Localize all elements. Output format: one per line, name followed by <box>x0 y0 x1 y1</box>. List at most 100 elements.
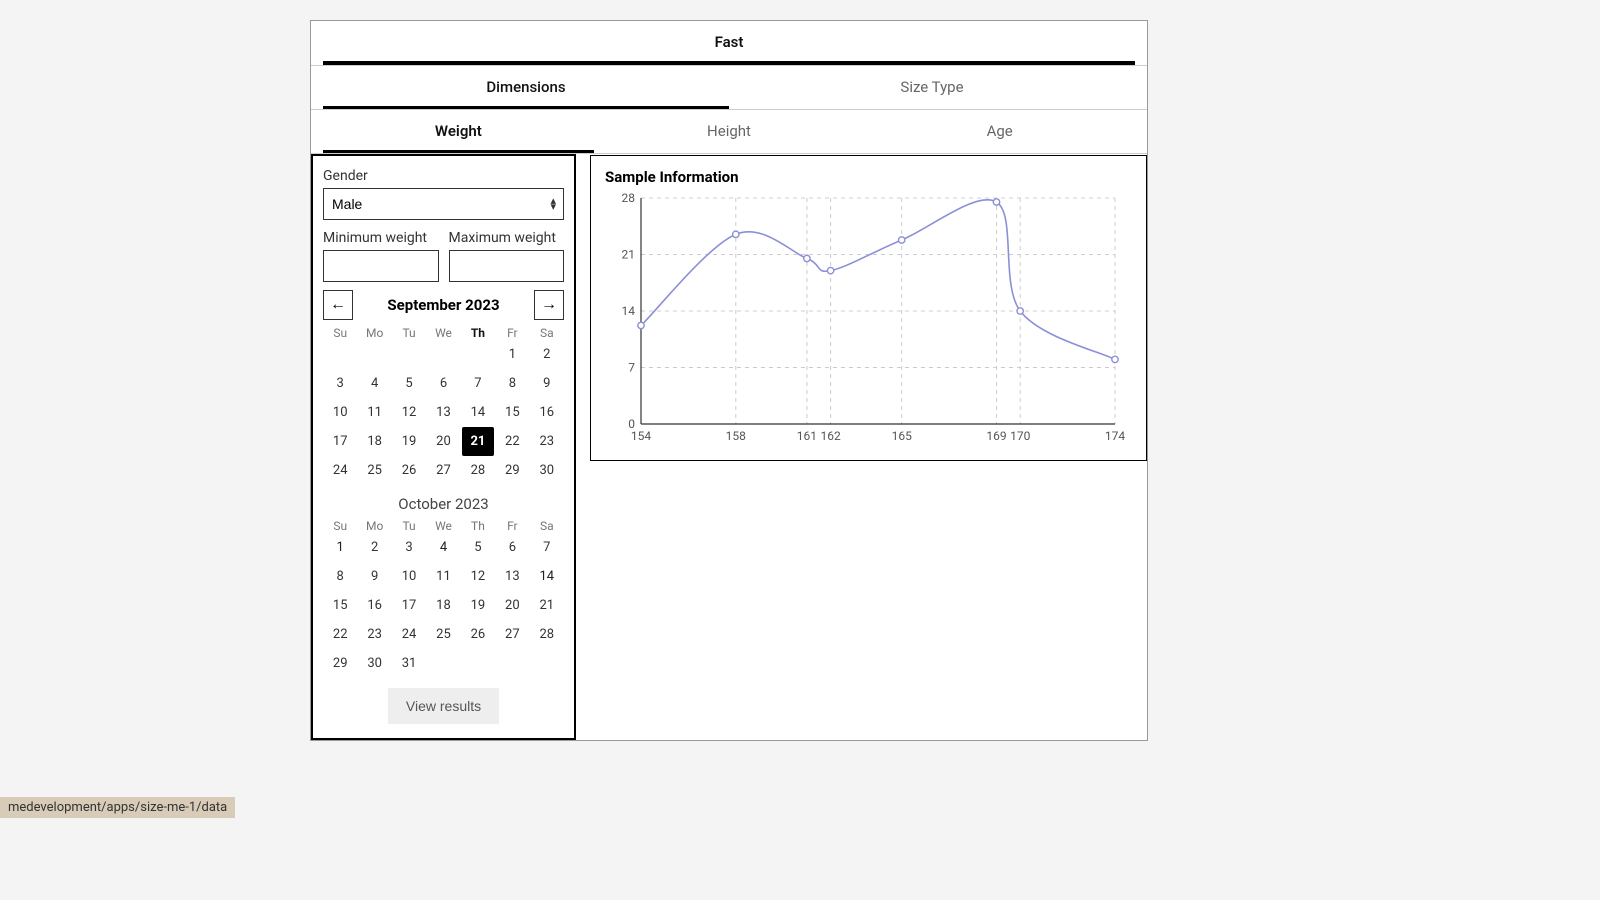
cal-day[interactable]: 2 <box>530 342 564 367</box>
cal-day[interactable]: 14 <box>461 400 495 425</box>
cal-dow-cell: We <box>426 517 460 535</box>
cal-day[interactable]: 26 <box>392 458 426 483</box>
cal-day[interactable]: 21 <box>462 427 494 456</box>
cal-day[interactable]: 14 <box>530 564 564 589</box>
cal-day[interactable]: 30 <box>357 651 391 676</box>
cal-dow-cell: We <box>426 324 460 342</box>
chart-box: Sample Information 071421281541581611621… <box>590 155 1147 461</box>
cal-day[interactable]: 6 <box>495 535 529 560</box>
cal-prev-button[interactable]: ← <box>323 290 353 320</box>
svg-text:21: 21 <box>622 248 636 262</box>
svg-text:7: 7 <box>628 361 635 375</box>
cal-day[interactable]: 29 <box>323 651 357 676</box>
cal-day[interactable]: 29 <box>495 458 529 483</box>
cal-day[interactable]: 30 <box>530 458 564 483</box>
tab-dimensions[interactable]: Dimensions <box>323 66 729 109</box>
cal-dow-cell: Fr <box>495 324 529 342</box>
cal-next-button[interactable]: → <box>534 290 564 320</box>
cal-day[interactable]: 3 <box>323 371 357 396</box>
cal-day[interactable]: 9 <box>530 371 564 396</box>
tab-fast[interactable]: Fast <box>323 21 1135 65</box>
cal-day[interactable]: 6 <box>426 371 460 396</box>
cal-day[interactable]: 25 <box>357 458 391 483</box>
cal-day[interactable]: 3 <box>392 535 426 560</box>
cal-day[interactable]: 28 <box>530 622 564 647</box>
cal-day[interactable]: 16 <box>357 593 391 618</box>
cal-day[interactable]: 20 <box>495 593 529 618</box>
cal-day[interactable]: 5 <box>392 371 426 396</box>
gender-label: Gender <box>323 168 564 184</box>
cal-day[interactable]: 8 <box>323 564 357 589</box>
cal-dow-cell: Sa <box>530 324 564 342</box>
cal-day[interactable]: 12 <box>392 400 426 425</box>
cal-day[interactable]: 11 <box>357 400 391 425</box>
cal-day[interactable]: 5 <box>461 535 495 560</box>
cal-day[interactable]: 24 <box>323 458 357 483</box>
cal-month1-title: September 2023 <box>353 296 534 314</box>
cal-day[interactable]: 10 <box>323 400 357 425</box>
cal-day[interactable]: 19 <box>461 593 495 618</box>
cal-day[interactable]: 10 <box>392 564 426 589</box>
status-bar: medevelopment/apps/size-me-1/data <box>0 797 235 818</box>
cal-day-empty <box>357 342 391 367</box>
gender-select[interactable]: Male <box>323 188 564 220</box>
filter-pane: Gender Male ▴▾ Minimum weight Maximum we… <box>311 154 576 740</box>
cal-day[interactable]: 13 <box>426 400 460 425</box>
cal-day[interactable]: 4 <box>357 371 391 396</box>
cal-day[interactable]: 31 <box>392 651 426 676</box>
cal-day[interactable]: 4 <box>426 535 460 560</box>
view-results-button[interactable]: View results <box>388 688 499 724</box>
cal-day[interactable]: 16 <box>530 400 564 425</box>
cal-day[interactable]: 22 <box>323 622 357 647</box>
cal-day[interactable]: 23 <box>357 622 391 647</box>
cal-day[interactable]: 22 <box>495 429 529 454</box>
cal-day[interactable]: 26 <box>461 622 495 647</box>
tab-age[interactable]: Age <box>864 110 1135 153</box>
app-card: Fast Dimensions Size Type Weight Height … <box>310 20 1148 741</box>
tab-height[interactable]: Height <box>594 110 865 153</box>
cal-day[interactable]: 11 <box>426 564 460 589</box>
cal-day[interactable]: 7 <box>461 371 495 396</box>
cal-dow-cell: Mo <box>357 517 391 535</box>
cal-dow-cell: Mo <box>357 324 391 342</box>
cal-day[interactable]: 9 <box>357 564 391 589</box>
cal-day[interactable]: 17 <box>323 429 357 454</box>
cal-month2-title: October 2023 <box>323 495 564 513</box>
cal-day[interactable]: 18 <box>426 593 460 618</box>
cal-day[interactable]: 7 <box>530 535 564 560</box>
cal-day[interactable]: 1 <box>495 342 529 367</box>
svg-text:165: 165 <box>892 429 912 443</box>
cal-day[interactable]: 27 <box>495 622 529 647</box>
tab-weight[interactable]: Weight <box>323 110 594 153</box>
calendar-header: ← September 2023 → <box>323 290 564 320</box>
cal-day[interactable]: 23 <box>530 429 564 454</box>
cal-day[interactable]: 17 <box>392 593 426 618</box>
cal-day[interactable]: 19 <box>392 429 426 454</box>
cal-day[interactable]: 28 <box>461 458 495 483</box>
cal-day[interactable]: 1 <box>323 535 357 560</box>
tab-size-type[interactable]: Size Type <box>729 66 1135 109</box>
svg-text:174: 174 <box>1105 429 1125 443</box>
min-weight-label: Minimum weight <box>323 230 439 246</box>
cal-day-empty <box>323 342 357 367</box>
tabs-tertiary: Weight Height Age <box>311 110 1147 154</box>
cal-day[interactable]: 25 <box>426 622 460 647</box>
max-weight-input[interactable] <box>449 250 565 282</box>
cal-day[interactable]: 13 <box>495 564 529 589</box>
cal-day[interactable]: 20 <box>426 429 460 454</box>
chart-pane: Sample Information 071421281541581611621… <box>576 154 1147 740</box>
cal-day[interactable]: 15 <box>495 400 529 425</box>
cal-day[interactable]: 12 <box>461 564 495 589</box>
min-weight-input[interactable] <box>323 250 439 282</box>
cal-day[interactable]: 18 <box>357 429 391 454</box>
cal-day[interactable]: 2 <box>357 535 391 560</box>
cal-day[interactable]: 8 <box>495 371 529 396</box>
cal-day-empty <box>461 342 495 367</box>
cal-day[interactable]: 27 <box>426 458 460 483</box>
chart-title: Sample Information <box>605 168 1132 186</box>
cal-day[interactable]: 24 <box>392 622 426 647</box>
cal-day[interactable]: 21 <box>530 593 564 618</box>
gender-select-wrap: Male ▴▾ <box>323 188 564 220</box>
cal-day[interactable]: 15 <box>323 593 357 618</box>
cal-day-empty <box>426 342 460 367</box>
